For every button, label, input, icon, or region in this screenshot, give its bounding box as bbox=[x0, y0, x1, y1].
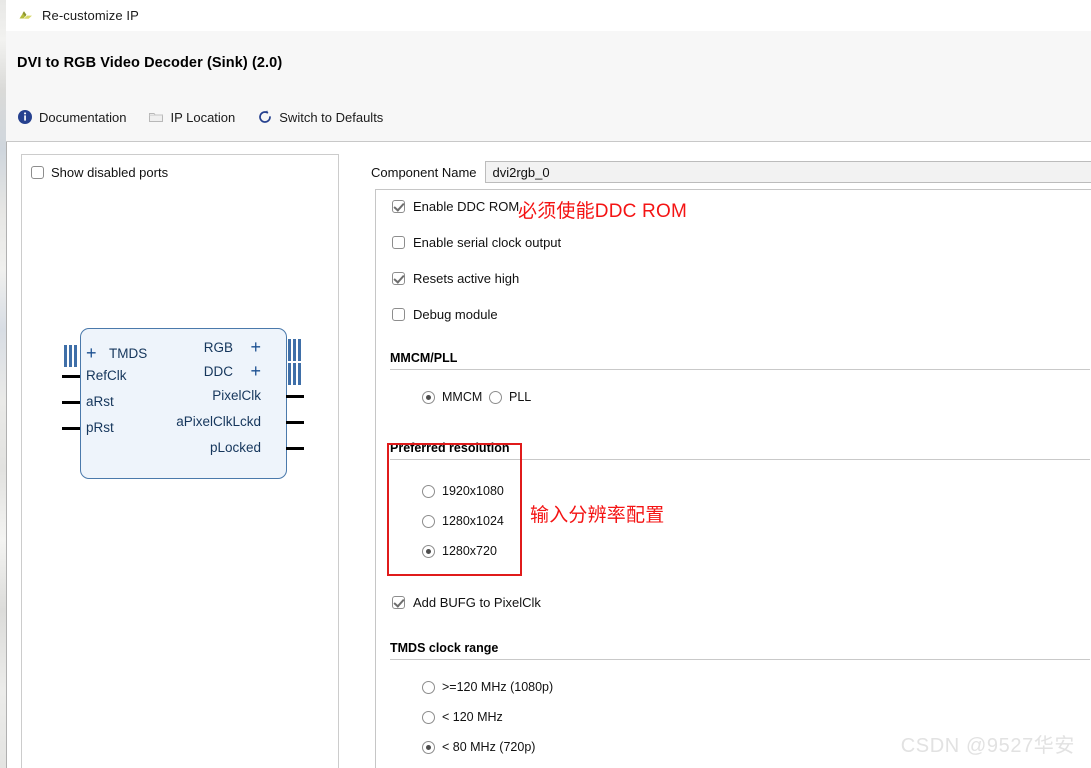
ip-location-link[interactable]: IP Location bbox=[146, 107, 247, 127]
tmds-120mhz-1080p-radio[interactable] bbox=[422, 680, 435, 694]
pixelclk-pin bbox=[286, 395, 304, 398]
add-bufg-to-pixelclk-checkbox[interactable] bbox=[392, 596, 405, 609]
enable-ddc-rom-checkbox[interactable] bbox=[392, 200, 405, 213]
preferred-resolution-divider bbox=[390, 459, 1090, 460]
mmcm-radio-row[interactable]: MMCM bbox=[422, 390, 482, 404]
resolution-1920x1080-row[interactable]: 1920x1080 bbox=[422, 484, 504, 498]
tmds-under-120mhz-radio[interactable] bbox=[422, 710, 435, 724]
switch-to-defaults-link[interactable]: Switch to Defaults bbox=[255, 107, 395, 127]
add-bufg-to-pixelclk-label: Add BUFG to PixelClk bbox=[413, 595, 541, 610]
pll-radio[interactable] bbox=[489, 390, 502, 404]
tmds-120mhz-1080p-row[interactable]: >=120 MHz (1080p) bbox=[422, 680, 553, 694]
tmds-under-120mhz-row[interactable]: < 120 MHz bbox=[422, 710, 503, 724]
tmds-clock-range-section-header: TMDS clock range bbox=[390, 640, 1090, 660]
component-name-row: Component Name dvi2rgb_0 bbox=[371, 160, 1091, 184]
ddc-expand-icon[interactable]: + bbox=[250, 362, 261, 380]
tmds-120mhz-1080p-label: >=120 MHz (1080p) bbox=[442, 680, 554, 694]
component-name-label: Component Name bbox=[371, 164, 477, 180]
resolution-1280x1024-radio[interactable] bbox=[422, 514, 435, 528]
info-icon bbox=[17, 109, 33, 125]
port-label-arst: aRst bbox=[86, 394, 114, 409]
tmds-clock-range-divider bbox=[390, 659, 1090, 660]
mmcm-pll-section-header: MMCM/PLL bbox=[390, 350, 1090, 370]
show-disabled-ports-row[interactable]: Show disabled ports bbox=[31, 165, 168, 180]
documentation-link[interactable]: Documentation bbox=[15, 107, 138, 127]
resolution-1280x720-row[interactable]: 1280x720 bbox=[422, 544, 497, 558]
ports-preview-panel: Show disabled ports + TMDS RefClk aRst p… bbox=[21, 154, 339, 768]
tmds-under-80mhz-720p-row[interactable]: < 80 MHz (720p) bbox=[422, 740, 535, 754]
tmds-under-120mhz-label: < 120 MHz bbox=[442, 710, 503, 724]
resolution-1280x1024-label: 1280x1024 bbox=[442, 514, 504, 528]
refresh-icon bbox=[257, 109, 273, 125]
window-titlebar: Re-customize IP bbox=[6, 0, 1091, 32]
port-label-apixelclklckd: aPixelClkLckd bbox=[176, 414, 261, 429]
ip-config-panel: Component Name dvi2rgb_0 Enable DDC ROM … bbox=[371, 154, 1091, 768]
pll-radio-label: PLL bbox=[509, 390, 532, 404]
mmcm-pll-divider bbox=[390, 369, 1090, 370]
ip-location-label: IP Location bbox=[170, 109, 236, 125]
tmds-bus-pins-icon bbox=[64, 345, 78, 367]
documentation-label: Documentation bbox=[39, 109, 127, 125]
preferred-resolution-section-header: Preferred resolution bbox=[390, 440, 1090, 460]
show-disabled-ports-checkbox[interactable] bbox=[31, 166, 44, 179]
port-label-plocked: pLocked bbox=[209, 440, 261, 455]
resolution-1280x720-label: 1280x720 bbox=[442, 544, 497, 558]
debug-module-checkbox[interactable] bbox=[392, 308, 405, 321]
resets-active-high-label: Resets active high bbox=[413, 271, 520, 286]
enable-serial-clock-output-label: Enable serial clock output bbox=[413, 235, 562, 250]
tmds-clock-range-section-title: TMDS clock range bbox=[390, 641, 499, 655]
switch-to-defaults-label: Switch to Defaults bbox=[279, 109, 384, 125]
mmcm-pll-section-title: MMCM/PLL bbox=[390, 351, 458, 365]
annotation-resolution: 输入分辨率配置 bbox=[530, 505, 665, 526]
ip-header: DVI to RGB Video Decoder (Sink) (2.0) Do… bbox=[6, 31, 1091, 142]
folder-icon bbox=[148, 109, 164, 125]
page-title: DVI to RGB Video Decoder (Sink) (2.0) bbox=[17, 55, 283, 71]
mmcm-radio-label: MMCM bbox=[442, 390, 483, 404]
component-name-input[interactable]: dvi2rgb_0 bbox=[484, 161, 1091, 183]
enable-ddc-rom-row[interactable]: Enable DDC ROM bbox=[392, 199, 519, 214]
port-label-ddc: DDC bbox=[203, 364, 233, 379]
resets-active-high-checkbox[interactable] bbox=[392, 272, 405, 285]
header-toolbar: Documentation IP Location Switch to Defa… bbox=[15, 107, 395, 127]
prst-pin bbox=[62, 427, 80, 430]
port-label-tmds: TMDS bbox=[109, 346, 148, 361]
enable-serial-clock-output-row[interactable]: Enable serial clock output bbox=[392, 235, 561, 250]
port-label-rgb: RGB bbox=[203, 340, 233, 355]
ip-symbol-diagram: + TMDS RefClk aRst pRst RGB + DDC + Pixe… bbox=[58, 325, 308, 485]
resolution-1280x720-radio[interactable] bbox=[422, 544, 435, 558]
add-bufg-to-pixelclk-row[interactable]: Add BUFG to PixelClk bbox=[392, 595, 541, 610]
debug-module-label: Debug module bbox=[413, 307, 498, 322]
enable-ddc-rom-label: Enable DDC ROM bbox=[413, 199, 520, 214]
debug-module-row[interactable]: Debug module bbox=[392, 307, 498, 322]
pll-radio-row[interactable]: PLL bbox=[489, 390, 531, 404]
tmds-under-80mhz-720p-radio[interactable] bbox=[422, 740, 435, 754]
rgb-expand-icon[interactable]: + bbox=[250, 338, 261, 356]
resets-active-high-row[interactable]: Resets active high bbox=[392, 271, 519, 286]
port-label-prst: pRst bbox=[86, 420, 114, 435]
arst-pin bbox=[62, 401, 80, 404]
ddc-bus-pins-icon bbox=[288, 363, 302, 385]
preferred-resolution-section-title: Preferred resolution bbox=[390, 441, 510, 455]
rgb-bus-pins-icon bbox=[288, 339, 302, 361]
resolution-1920x1080-radio[interactable] bbox=[422, 484, 435, 498]
tmds-under-80mhz-720p-label: < 80 MHz (720p) bbox=[442, 740, 536, 754]
config-options-area: Enable DDC ROM Enable serial clock outpu… bbox=[375, 189, 1091, 768]
port-label-refclk: RefClk bbox=[86, 368, 127, 383]
enable-serial-clock-output-checkbox[interactable] bbox=[392, 236, 405, 249]
apixelclklckd-pin bbox=[286, 421, 304, 424]
tmds-expand-icon[interactable]: + bbox=[86, 344, 97, 362]
vivado-logo-icon bbox=[17, 7, 35, 25]
resolution-1920x1080-label: 1920x1080 bbox=[442, 484, 504, 498]
plocked-pin bbox=[286, 447, 304, 450]
show-disabled-ports-label: Show disabled ports bbox=[51, 165, 169, 180]
mmcm-radio[interactable] bbox=[422, 390, 435, 404]
annotation-ddc-rom: 必须使能DDC ROM bbox=[518, 201, 687, 222]
refclk-pin bbox=[62, 375, 80, 378]
window-title: Re-customize IP bbox=[42, 8, 139, 23]
resolution-1280x1024-row[interactable]: 1280x1024 bbox=[422, 514, 504, 528]
csdn-watermark: CSDN @9527华安 bbox=[900, 735, 1075, 757]
port-label-pixelclk: PixelClk bbox=[212, 388, 261, 403]
